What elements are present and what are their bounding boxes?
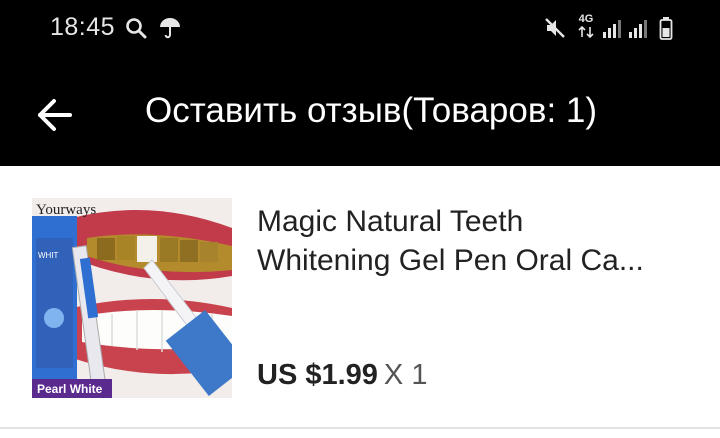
product-name-line-1: Magic Natural Teeth	[257, 205, 524, 238]
product-brand-text: Yourways	[36, 202, 96, 218]
app-bar: Оставить отзыв(Товаров: 1)	[0, 60, 720, 166]
product-name[interactable]: Magic Natural Teeth Whitening Gel Pen Or…	[257, 202, 677, 280]
signal-icon	[600, 14, 624, 42]
product-quantity: X 1	[383, 359, 428, 391]
signal-icon	[626, 14, 650, 42]
product-image-label: Pearl White	[37, 382, 103, 396]
price-row: US $1.99 X 1	[257, 359, 427, 392]
umbrella-icon	[156, 14, 184, 42]
status-bar: 18:45 4G	[0, 0, 720, 60]
page-title: Оставить отзыв(Товаров: 1)	[145, 91, 598, 130]
arrow-left-icon	[38, 99, 72, 131]
back-button[interactable]	[30, 90, 80, 140]
status-time: 18:45	[50, 13, 116, 41]
mute-icon	[542, 14, 568, 42]
svg-text:WHIT: WHIT	[38, 251, 59, 260]
product-image[interactable]: WHIT Yourways Pearl White	[32, 198, 232, 398]
product-name-line-2: Whitening Gel Pen Oral Ca...	[257, 244, 644, 277]
network-type-label: 4G	[578, 12, 594, 25]
product-card[interactable]: WHIT Yourways Pearl White Magic Natural …	[0, 166, 720, 428]
search-icon	[122, 14, 150, 42]
network-4g-icon: 4G	[574, 12, 598, 42]
battery-icon	[656, 14, 676, 42]
divider	[0, 427, 720, 429]
product-price: US $1.99	[257, 359, 378, 391]
